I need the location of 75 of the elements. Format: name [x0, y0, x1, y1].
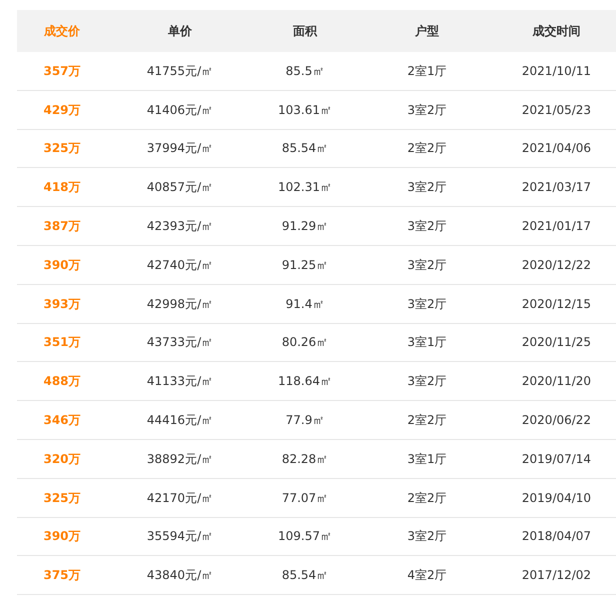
table-cell-text: 42170元/㎡	[146, 490, 214, 507]
column-header: 单价	[168, 23, 192, 40]
table-cell-text: 41755元/㎡	[146, 62, 214, 80]
table-cell-text: 42740元/㎡	[146, 256, 214, 274]
table-cell-text: 2021/03/17	[522, 179, 592, 196]
table-cell-text: 2020/12/22	[522, 256, 592, 274]
table-cell-text: 91.29㎡	[282, 218, 328, 236]
table-cell-text: 3室2厅	[407, 102, 447, 119]
table-cell-text: 77.9㎡	[286, 412, 324, 430]
table-cell-text: 42998元/㎡	[146, 296, 214, 313]
table-cell-text: 91.25㎡	[282, 256, 328, 274]
table-cell-text: 488万	[43, 373, 81, 390]
table-cell-text: 40857元/㎡	[146, 179, 214, 196]
table-cell-text: 3室2厅	[407, 256, 447, 274]
table-cell-text: 2021/10/11	[522, 62, 592, 80]
table-cell-text: 351万	[43, 334, 81, 352]
table-cell-text: 357万	[43, 62, 81, 80]
table-cell-text: 393万	[43, 296, 81, 313]
table-cell-text: 2019/07/14	[522, 450, 592, 468]
table-cell-text: 346万	[43, 412, 81, 430]
table-cell-text: 91.4㎡	[286, 296, 324, 313]
table-cell-text: 42393元/㎡	[146, 218, 214, 236]
table-cell-text: 3室2厅	[407, 528, 447, 546]
table-cell-text: 375万	[43, 567, 81, 584]
table-cell-text: 41133元/㎡	[146, 373, 214, 390]
table-cell-text: 4室2厅	[407, 567, 447, 584]
table-cell-text: 2室2厅	[407, 412, 447, 430]
table-cell-text: 325万	[43, 490, 81, 507]
table-cell-text: 109.57㎡	[278, 528, 332, 546]
table-cell-text: 390万	[43, 528, 81, 546]
table-cell-text: 85.54㎡	[282, 567, 328, 584]
table-cell-text: 44416元/㎡	[146, 412, 214, 430]
table-cell-text: 2室1厅	[407, 62, 447, 80]
table-cell-text: 3室1厅	[407, 334, 447, 352]
table-cell-text: 325万	[43, 140, 81, 158]
table-cell-text: 85.5㎡	[286, 62, 324, 80]
table-cell-text: 2室2厅	[407, 490, 447, 507]
column-header: 户型	[415, 23, 439, 40]
table-cell-text: 2019/04/10	[522, 490, 592, 507]
table-cell-text: 35594元/㎡	[146, 528, 214, 546]
table-cell-text: 429万	[43, 102, 81, 119]
table-cell-text: 2020/06/22	[522, 412, 592, 430]
table-cell-text: 3室1厅	[407, 450, 447, 468]
table-cell-text: 80.26㎡	[282, 334, 328, 352]
table-cell-text: 77.07㎡	[282, 490, 328, 507]
table-cell-text: 2室2厅	[407, 140, 447, 158]
table-cell-text: 320万	[43, 450, 81, 468]
table-cell-text: 390万	[43, 256, 81, 274]
column-header: 成交价	[44, 23, 80, 40]
table-cell-text: 418万	[43, 179, 81, 196]
table-cell-text: 2021/05/23	[522, 102, 592, 119]
table-cell-text: 85.54㎡	[282, 140, 328, 158]
table-cell-text: 3室2厅	[407, 296, 447, 313]
table-cell-text: 2020/11/20	[522, 373, 592, 390]
column-header: 成交时间	[532, 23, 580, 40]
table-cell-text: 41406元/㎡	[146, 102, 214, 119]
table-cell-text: 3室2厅	[407, 218, 447, 236]
table-cell-text: 118.64㎡	[278, 373, 332, 390]
table-cell-text: 2020/12/15	[522, 296, 592, 313]
table-cell-text: 82.28㎡	[282, 450, 328, 468]
table-cell-text: 2017/12/02	[522, 567, 592, 584]
table-cell-text: 37994元/㎡	[146, 140, 214, 158]
table-cell-text: 3室2厅	[407, 373, 447, 390]
table-cell-text: 38892元/㎡	[146, 450, 214, 468]
table-cell-text: 103.61㎡	[278, 102, 332, 119]
table-cell-text: 43840元/㎡	[146, 567, 214, 584]
table-cell-text: 2020/11/25	[522, 334, 592, 352]
table-cell-text: 2021/04/06	[522, 140, 592, 158]
table-cell-text: 43733元/㎡	[146, 334, 214, 352]
table-cell-text: 3室2厅	[407, 179, 447, 196]
column-header: 面积	[293, 23, 317, 40]
table-cell-text: 102.31㎡	[278, 179, 332, 196]
table-cell-text: 387万	[43, 218, 81, 236]
table-cell-text: 2018/04/07	[522, 528, 592, 546]
table-cell-text: 2021/01/17	[522, 218, 592, 236]
